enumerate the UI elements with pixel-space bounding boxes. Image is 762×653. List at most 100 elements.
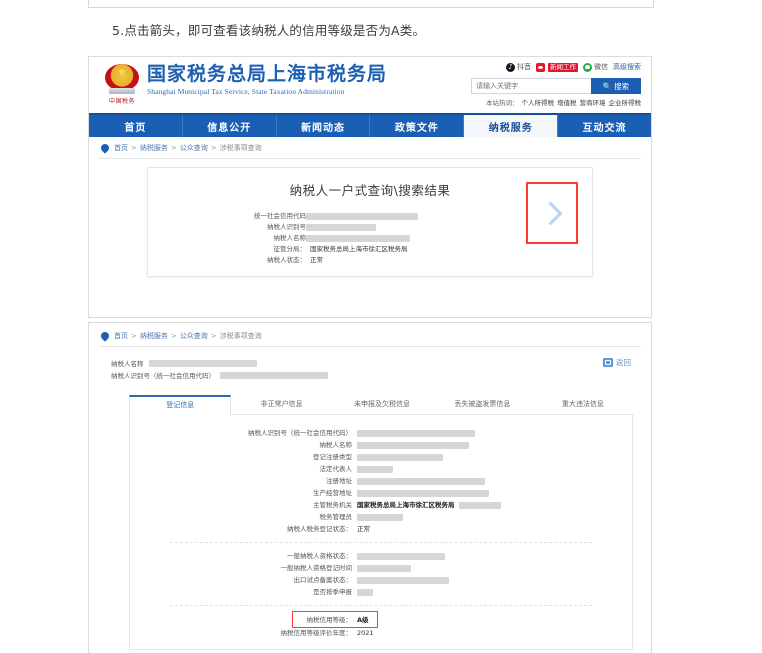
redacted-value <box>357 552 445 560</box>
detail-value-registration-status: 正常 <box>357 525 370 533</box>
result-label-credit-code: 统一社会信用代码 <box>254 212 306 220</box>
site-title-block: 国家税务总局上海市税务局 Shanghai Municipal Tax Serv… <box>147 63 387 96</box>
view-detail-arrow-button[interactable] <box>526 182 578 244</box>
detail-row-quarterly-declaration: 是否按季申报 <box>130 586 632 598</box>
detail-row-taxpayer-name: 纳税人名称 <box>130 439 632 451</box>
main-navigation: 首页 信息公开 新闻动态 政策文件 纳税服务 互动交流 <box>89 113 651 137</box>
detail-body: 纳税人识别号（统一社会信用代码） 纳税人名称 登记注册类型 法定代表人 注册地址… <box>129 415 633 650</box>
weixin-icon <box>583 62 592 72</box>
result-row-status: 纳税人状态： 正常 <box>158 255 592 266</box>
nav-item-home[interactable]: 首页 <box>89 115 183 137</box>
header-utility-area: 抖音 新闻工作 微信 高级搜索 <box>471 60 641 107</box>
breadcrumb-item-0[interactable]: 首页 <box>114 143 128 153</box>
nav-item-interaction[interactable]: 互动交流 <box>558 115 651 137</box>
logo-subtext: 中国税务 <box>108 98 135 105</box>
hotword-0[interactable]: 个人所得税 <box>522 99 555 107</box>
breadcrumb-item-1[interactable]: 纳税服务 <box>140 143 168 153</box>
search-button[interactable]: 🔍 搜索 <box>591 78 641 94</box>
back-button[interactable]: 返回 <box>603 357 631 368</box>
detail-header: 纳税人名称 纳税人识别号（统一社会信用代码） 返回 <box>89 347 651 381</box>
search-icon: 🔍 <box>602 81 613 91</box>
tax-bureau-logo: ★ 中国税务 <box>102 61 142 105</box>
search-input[interactable] <box>471 78 591 94</box>
detail-row-business-address: 生产经营地址 <box>130 487 632 499</box>
detail-label-tax-administrator: 税务管理员 <box>319 513 353 521</box>
redacted-value <box>306 224 376 231</box>
hotwords-label: 本站热词： <box>486 99 519 107</box>
location-pin-icon <box>99 330 111 342</box>
result-label-status: 纳税人状态： <box>267 256 306 264</box>
detail-label-registered-address: 注册地址 <box>326 477 352 485</box>
detail-header-row-name: 纳税人名称 <box>111 357 651 369</box>
detail-label-general-taxpayer-status: 一般纳税人资格状态： <box>287 552 352 560</box>
page-root: 5.点击箭头，即可查看该纳税人的信用等级是否为A类。 ★ 中国税务 国家税务总局… <box>0 0 762 653</box>
screenshot-card-taxpayer-detail: 首页 > 纳税服务 > 公众查询 > 涉税事项查询 纳税人名称 纳税人识别号（统… <box>88 322 652 653</box>
breadcrumb-item-2[interactable]: 公众查询 <box>180 143 208 153</box>
breadcrumb-item-0[interactable]: 首页 <box>114 331 128 341</box>
national-emblem-icon: ★ <box>105 61 139 95</box>
detail-label-tax-authority: 主管税务机关 <box>313 501 352 509</box>
breadcrumb-sep-0: > <box>131 332 137 340</box>
search-button-label: 搜索 <box>614 81 630 91</box>
weibo-link[interactable]: 新闻工作 <box>536 62 578 72</box>
detail-row-taxpayer-id: 纳税人识别号（统一社会信用代码） <box>130 427 632 439</box>
detail-label-business-address: 生产经营地址 <box>313 489 352 497</box>
location-pin-icon <box>99 142 111 154</box>
social-links-row: 抖音 新闻工作 微信 高级搜索 <box>471 60 641 74</box>
tab-major-violation-info[interactable]: 重大违法信息 <box>533 395 633 414</box>
detail-label-registration-status: 纳税人税务登记状态： <box>287 525 352 533</box>
tab-undeclared-arrears-info[interactable]: 未申报及欠税信息 <box>332 395 432 414</box>
nav-item-info-disclosure[interactable]: 信息公开 <box>183 115 277 137</box>
detail-label-taxpayer-id: 纳税人识别号（统一社会信用代码） <box>248 429 352 437</box>
tab-lost-stolen-invoice-info[interactable]: 丢失被盗发票信息 <box>432 395 532 414</box>
detail-row-credit-year: 纳税信用等级评价年度： 2021 <box>130 627 632 639</box>
advanced-search-link[interactable]: 高级搜索 <box>613 62 641 72</box>
douyin-link[interactable]: 抖音 <box>506 62 531 72</box>
screenshot-card-search-result: ★ 中国税务 国家税务总局上海市税务局 Shanghai Municipal T… <box>88 56 652 318</box>
weibo-icon <box>536 62 545 72</box>
back-label: 返回 <box>616 358 631 367</box>
redacted-value <box>357 429 475 437</box>
breadcrumb-divider <box>99 158 641 159</box>
redacted-value <box>148 359 257 367</box>
weixin-label: 微信 <box>594 63 608 71</box>
nav-item-policy-documents[interactable]: 政策文件 <box>370 115 465 137</box>
tab-abnormal-info[interactable]: 非正常户信息 <box>231 395 331 414</box>
site-title-cn: 国家税务总局上海市税务局 <box>147 63 388 85</box>
tab-registration-info[interactable]: 登记信息 <box>129 395 232 415</box>
redacted-value <box>306 235 410 242</box>
redacted-value <box>357 576 449 584</box>
detail-label-credit-year: 纳税信用等级评价年度： <box>280 629 353 637</box>
douyin-label: 抖音 <box>517 63 531 71</box>
nav-item-news[interactable]: 新闻动态 <box>277 115 371 137</box>
result-label-taxpayer-id: 纳税人识别号 <box>267 223 306 231</box>
detail-header-row-id: 纳税人识别号（统一社会信用代码） <box>111 369 651 381</box>
detail-row-registration-status: 纳税人税务登记状态： 正常 <box>130 523 632 535</box>
nav-item-tax-services[interactable]: 纳税服务 <box>464 115 559 137</box>
weibo-badge-label: 新闻工作 <box>548 62 578 72</box>
chevron-right-icon <box>537 200 563 226</box>
weixin-link[interactable]: 微信 <box>583 62 608 72</box>
detail-label-registration-type: 登记注册类型 <box>313 453 352 461</box>
breadcrumb-item-2[interactable]: 公众查询 <box>180 331 208 341</box>
detail-label-taxpayer-name: 纳税人名称 <box>319 441 353 449</box>
detail-row-credit-level: 纳税信用等级： A级 <box>130 611 632 628</box>
hotword-2[interactable]: 营商环境 <box>580 99 606 107</box>
redacted-value <box>220 371 328 379</box>
result-value-branch: 国家税务总局上海市徐汇区税务局 <box>310 245 408 253</box>
credit-level-highlight-box <box>292 611 378 628</box>
detail-label-legal-representative: 法定代表人 <box>319 465 353 473</box>
search-row: 🔍 搜索 <box>471 78 641 94</box>
breadcrumb-current: 涉税事项查询 <box>219 144 262 152</box>
hotword-3[interactable]: 企业所得税 <box>609 99 642 107</box>
redacted-value <box>357 477 485 485</box>
detail-row-registered-address: 注册地址 <box>130 475 632 487</box>
redacted-value <box>458 501 501 509</box>
detail-label-quarterly-declaration: 是否按季申报 <box>313 588 352 596</box>
result-label-taxpayer-name: 纳税人名称 <box>273 234 307 242</box>
breadcrumb-sep-2: > <box>210 332 217 340</box>
site-header: ★ 中国税务 国家税务总局上海市税务局 Shanghai Municipal T… <box>89 57 651 113</box>
detail-header-label-name: 纳税人名称 <box>111 360 144 368</box>
hotword-1[interactable]: 增值税 <box>557 99 577 107</box>
breadcrumb-item-1[interactable]: 纳税服务 <box>140 331 168 341</box>
